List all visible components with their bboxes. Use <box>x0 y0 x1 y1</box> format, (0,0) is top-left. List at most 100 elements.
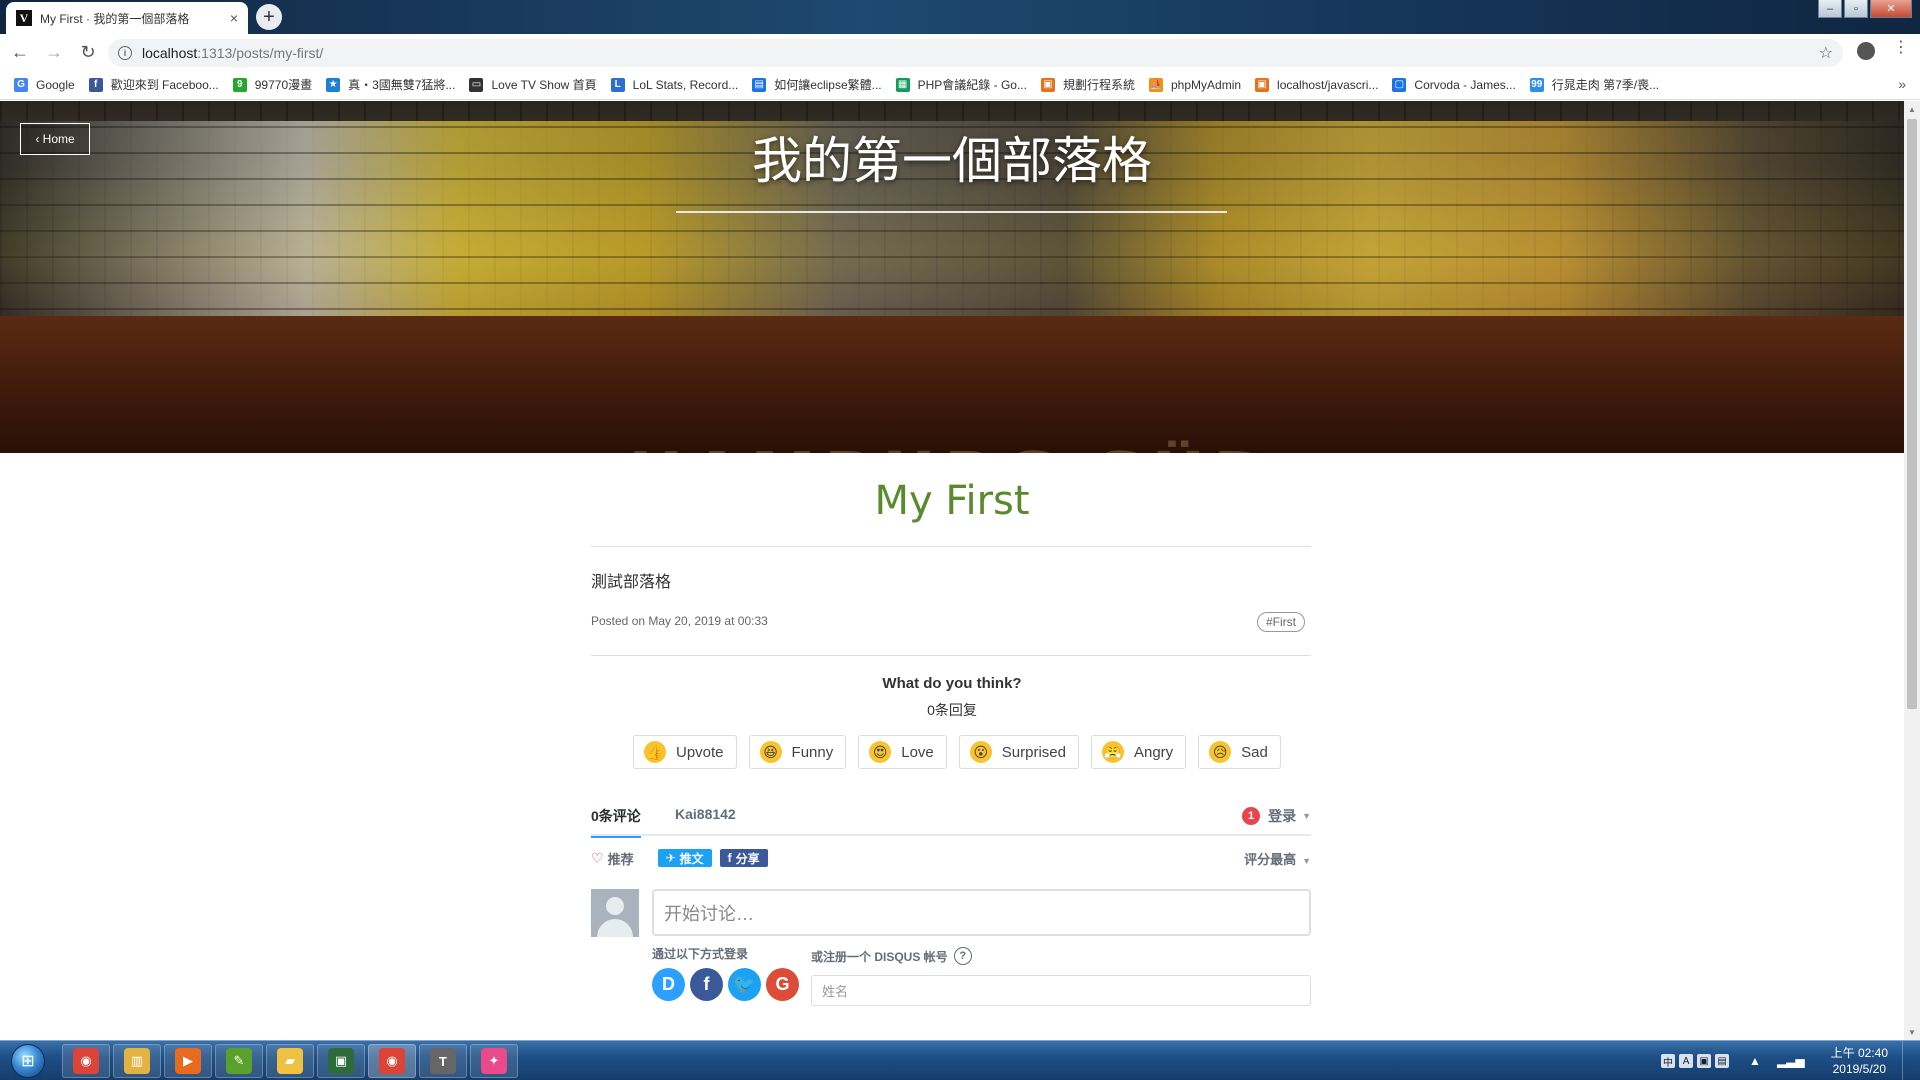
tab-community[interactable]: Kai88142 <box>675 806 736 822</box>
tweet-button[interactable]: ✈ 推文 <box>657 849 712 867</box>
bookmark-item[interactable]: ▣ 規劃行程系統 <box>1040 76 1135 93</box>
start-button[interactable]: ⊞ <box>2 1042 54 1080</box>
info-icon[interactable]: i <box>118 46 132 60</box>
window-controls: ‒ ▫ ✕ <box>1818 0 1912 18</box>
bookmark-label: Corvoda - James... <box>1414 77 1516 92</box>
taskbar-chrome-button[interactable]: ◉ <box>62 1044 110 1078</box>
facebook-share-button[interactable]: f 分享 <box>719 849 768 867</box>
bookmark-item[interactable]: L LoL Stats, Record... <box>610 77 738 92</box>
bookmark-item[interactable]: f 歡迎來到 Faceboo... <box>88 76 219 93</box>
bookmark-star-icon[interactable]: ☆ <box>1819 43 1833 63</box>
typora-icon: T <box>430 1048 456 1074</box>
bookmark-favicon-icon: ▣ <box>1040 77 1055 92</box>
network-signal-icon[interactable]: ▂▃▅ <box>1777 1054 1805 1068</box>
reaction-angry-button[interactable]: 😤 Angry <box>1090 735 1187 769</box>
tray-icon[interactable]: 中 <box>1661 1054 1676 1069</box>
tray-icon[interactable]: ▣ <box>1697 1054 1712 1068</box>
windows-logo-icon: ⊞ <box>11 1044 45 1078</box>
post-body: 測試部落格 <box>591 574 672 591</box>
post-tag[interactable]: #First <box>1257 612 1305 632</box>
taskbar-typora-button[interactable]: T <box>419 1044 467 1078</box>
bookmark-label: Google <box>36 77 75 92</box>
disqus-login-icon[interactable]: D <box>652 968 685 1001</box>
bookmark-favicon-icon: ▤ <box>752 77 767 92</box>
reaction-surprised-button[interactable]: 😮 Surprised <box>958 735 1079 769</box>
heart-icon[interactable]: ♡ <box>591 850 604 867</box>
bookmark-label: 99770漫畫 <box>254 78 313 92</box>
login-menu[interactable]: 1 登录 ▼ <box>1242 806 1311 826</box>
twitter-login-icon[interactable]: 🐦 <box>728 968 761 1001</box>
tray-icon[interactable]: A <box>1679 1054 1694 1068</box>
forward-arrow-icon[interactable]: → <box>40 38 68 66</box>
taskbar-pinwheel-button[interactable]: ✦ <box>470 1044 518 1078</box>
post-date: Posted on May 20, 2019 at 00:33 <box>591 614 768 628</box>
ship-hull <box>0 316 1904 453</box>
taskbar-monitor-button[interactable]: ▣ <box>317 1044 365 1078</box>
bookmark-item[interactable]: G Google <box>14 77 75 92</box>
bookmark-item[interactable]: ▢ Corvoda - James... <box>1392 77 1516 92</box>
minimize-button[interactable]: ‒ <box>1818 0 1842 18</box>
taskbar-folder-button[interactable]: ▰ <box>266 1044 314 1078</box>
bookmark-item[interactable]: ▤ 如何讓eclipse繁體... <box>752 76 882 93</box>
more-bookmarks-icon[interactable]: » <box>1898 76 1906 92</box>
bookmark-favicon-icon: f <box>88 77 103 92</box>
comment-input[interactable]: 开始讨论… <box>652 889 1311 936</box>
bookmark-item[interactable]: 99 行晁走肉 第7季/喪... <box>1529 76 1660 93</box>
signup-text: 或注册一个 DISQUS 帐号 <box>811 949 948 964</box>
bookmark-favicon-icon: G <box>14 77 28 92</box>
bookmark-item[interactable]: ★ 真・3國無雙7猛將... <box>326 76 455 93</box>
facebook-login-icon[interactable]: f <box>690 968 723 1001</box>
profile-avatar-icon[interactable] <box>1857 42 1875 60</box>
system-clock[interactable]: 上午 02:40 2019/5/20 <box>1831 1045 1888 1077</box>
scroll-down-icon[interactable]: ▼ <box>1904 1024 1920 1040</box>
reaction-funny-button[interactable]: 😆 Funny <box>748 735 847 769</box>
bookmark-item[interactable]: ▦ PHP會議紀錄 - Go... <box>895 76 1027 93</box>
sort-dropdown[interactable]: 评分最高 ▼ <box>1244 849 1311 868</box>
help-icon[interactable]: ? <box>953 947 972 965</box>
tweet-label: 推文 <box>679 851 704 866</box>
taskbar-chrome-active-button[interactable]: ◉ <box>368 1044 416 1078</box>
back-arrow-icon[interactable]: ← <box>6 38 34 66</box>
bookmark-item[interactable]: ⛵ phpMyAdmin <box>1149 77 1241 92</box>
url-path: :1313/posts/my-first/ <box>197 45 324 61</box>
show-desktop-button[interactable] <box>1902 1041 1912 1080</box>
taskbar-notes-button[interactable]: ✎ <box>215 1044 263 1078</box>
explorer-icon: ▥ <box>124 1048 150 1074</box>
tray-icon[interactable]: ▤ <box>1715 1054 1730 1068</box>
page-scrollbar[interactable]: ▲ ▼ <box>1904 101 1920 1040</box>
tab-strip: V My First · 我的第一個部落格 × + ‒ ▫ ✕ <box>0 0 1920 34</box>
reaction-upvote-button[interactable]: 👍 Upvote <box>633 735 737 769</box>
title-divider <box>591 546 1311 547</box>
maximize-button[interactable]: ▫ <box>1844 0 1868 18</box>
bookmark-item[interactable]: ▣ localhost/javascri... <box>1255 77 1378 92</box>
recommend-button[interactable]: 推荐 <box>608 849 634 868</box>
hero-banner: HAMBURG SÜD ‹ Home 我的第一個部落格 <box>0 101 1904 453</box>
reaction-love-icon: 😍 <box>869 741 892 763</box>
tab-comments[interactable]: 0条评论 <box>591 806 641 838</box>
reaction-sad-button[interactable]: 😥 Sad <box>1198 735 1281 769</box>
browser-tab[interactable]: V My First · 我的第一個部落格 × <box>6 2 248 34</box>
taskbar-explorer-button[interactable]: ▥ <box>113 1044 161 1078</box>
chrome-icon: ◉ <box>73 1048 99 1074</box>
taskbar-media-player-button[interactable]: ▶ <box>164 1044 212 1078</box>
bookmark-label: 行晁走肉 第7季/喪... <box>1551 78 1660 92</box>
bookmark-favicon-icon: L <box>610 77 625 92</box>
browser-menu-icon[interactable]: ⋮ <box>1893 40 1909 56</box>
blog-title: 我的第一個部落格 <box>752 132 1152 190</box>
bookmark-item[interactable]: ▭ Love TV Show 首頁 <box>469 76 597 93</box>
tab-close-icon[interactable]: × <box>230 10 238 26</box>
reaction-label: Angry <box>1133 743 1174 761</box>
name-field[interactable]: 姓名 <box>811 975 1311 1006</box>
scroll-up-icon[interactable]: ▲ <box>1904 101 1920 117</box>
reaction-label: Sad <box>1241 743 1268 761</box>
scrollbar-thumb[interactable] <box>1907 119 1917 709</box>
new-tab-button[interactable]: + <box>256 4 282 30</box>
tray-expand-icon[interactable]: ▲ <box>1749 1054 1761 1068</box>
window-close-button[interactable]: ✕ <box>1870 0 1912 18</box>
bookmark-favicon-icon: 9 <box>232 77 247 92</box>
google-login-icon[interactable]: G <box>766 968 799 1001</box>
bookmark-item[interactable]: 9 99770漫畫 <box>232 76 313 93</box>
reload-icon[interactable]: ↻ <box>74 38 102 66</box>
reaction-love-button[interactable]: 😍 Love <box>858 735 947 769</box>
address-bar[interactable]: i localhost:1313/posts/my-first/ ☆ <box>108 39 1843 67</box>
